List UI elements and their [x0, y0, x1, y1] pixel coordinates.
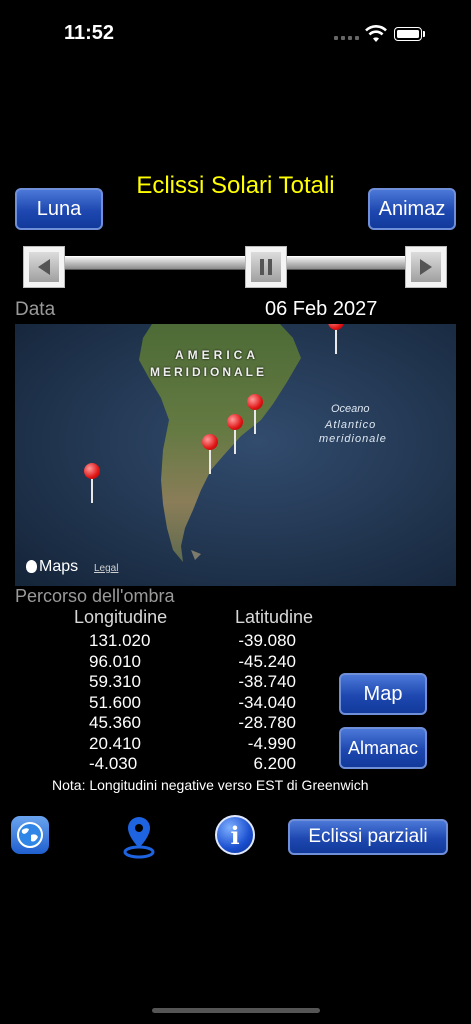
partial-eclipses-button[interactable]: Eclissi parziali: [288, 819, 448, 855]
previous-button[interactable]: [23, 246, 65, 288]
arrow-right-icon: [420, 259, 432, 275]
longitude-value: 59.310: [89, 672, 141, 691]
status-time: 11:52: [64, 22, 115, 44]
eclipse-map[interactable]: AMERICA MERIDIONALE Oceano Atlantico mer…: [15, 324, 456, 586]
latitude-value: -4.990: [247, 733, 296, 753]
arrow-left-icon: [38, 259, 50, 275]
longitude-value: 51.600: [89, 692, 141, 712]
map-pin[interactable]: [202, 434, 218, 474]
ocean-label-line2: Atlantico: [325, 419, 377, 431]
longitude-value: 96.010: [89, 651, 141, 671]
apple-logo-icon: [26, 560, 37, 573]
path-title: Percorso dell'ombra: [15, 586, 175, 606]
map-button[interactable]: Map: [339, 673, 427, 715]
latitude-header: Latitudine: [235, 607, 314, 627]
map-pin[interactable]: [328, 324, 344, 354]
timeline-track[interactable]: [44, 256, 428, 270]
longitude-value: 45.360: [89, 713, 141, 732]
pause-icon: [260, 259, 272, 275]
longitude-note: Nota: Longitudini negative verso EST di …: [52, 777, 369, 793]
pause-button[interactable]: [245, 246, 287, 288]
next-button[interactable]: [405, 246, 447, 288]
longitude-header: Longitudine: [74, 607, 168, 627]
latitude-value: -28.780: [238, 713, 296, 732]
date-label: Data: [15, 299, 56, 320]
maps-brand: Maps: [39, 558, 79, 575]
home-indicator: [152, 1008, 320, 1013]
globe-button[interactable]: [11, 816, 49, 854]
latitude-value: -39.080: [238, 631, 296, 650]
wifi-icon: [365, 25, 387, 42]
animaz-button[interactable]: Animaz: [368, 188, 456, 230]
latitude-column: -39.080 -45.240 -38.740 -34.040 -28.780 …: [234, 631, 296, 775]
latitude-value: 6.200: [253, 754, 296, 773]
map-pin[interactable]: [84, 463, 100, 503]
legal-link[interactable]: Legal: [94, 563, 118, 574]
latitude-value: -45.240: [238, 651, 296, 671]
map-pin[interactable]: [247, 394, 263, 434]
globe-icon: [17, 822, 43, 848]
longitude-value: -4.030: [89, 754, 138, 773]
continent-label-line2: MERIDIONALE: [150, 365, 267, 379]
longitude-value: 20.410: [89, 733, 141, 753]
luna-button[interactable]: Luna: [15, 188, 103, 230]
info-icon: i: [230, 820, 240, 850]
signal-icon: [334, 36, 359, 40]
ocean-label-line3: meridionale: [319, 433, 387, 445]
battery-tip: [423, 31, 425, 37]
ocean-label-line1: Oceano: [331, 403, 370, 415]
info-button[interactable]: i: [215, 815, 255, 855]
location-pin-button[interactable]: [121, 815, 157, 859]
longitude-column: 131.020 96.010 59.310 51.600 45.360 20.4…: [89, 631, 150, 775]
almanac-button[interactable]: Almanac: [339, 727, 427, 769]
map-pin[interactable]: [227, 414, 243, 454]
latitude-value: -34.040: [238, 692, 296, 712]
date-value: 06 Feb 2027: [265, 298, 378, 320]
latitude-value: -38.740: [238, 672, 296, 691]
longitude-value: 131.020: [89, 631, 151, 650]
continent-label-line1: AMERICA: [175, 348, 259, 362]
battery-icon: [394, 27, 422, 41]
